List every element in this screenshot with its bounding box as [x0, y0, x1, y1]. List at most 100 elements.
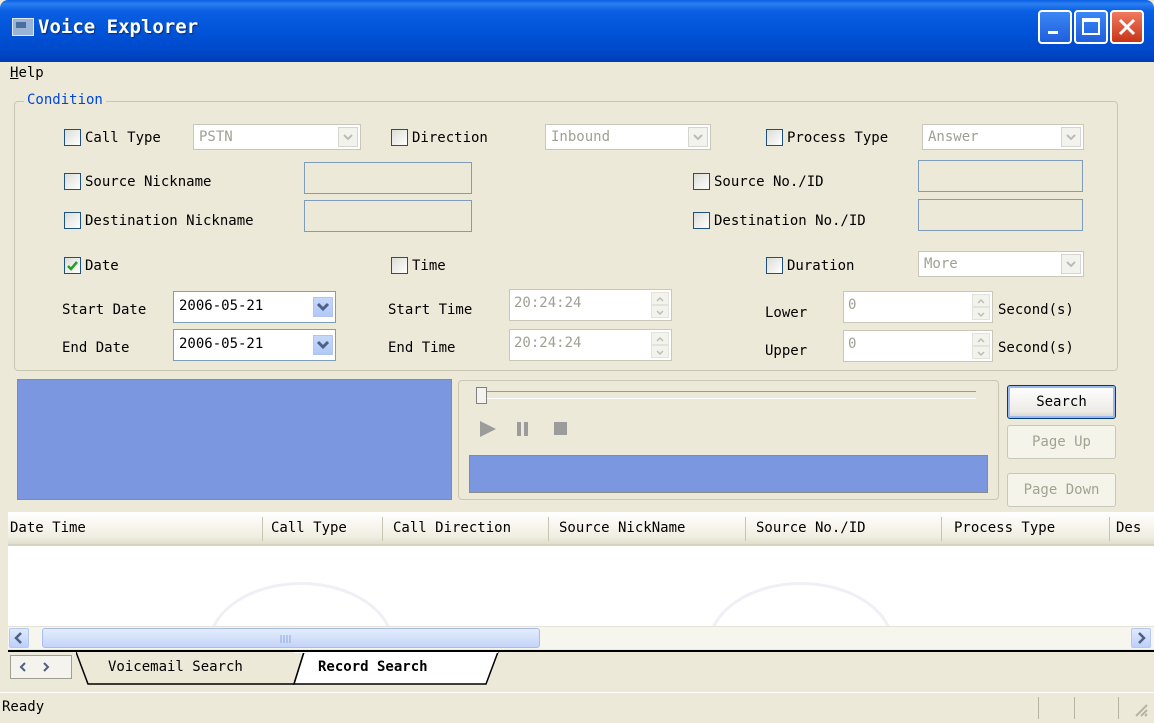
- title-bar[interactable]: Voice Explorer: [0, 0, 1154, 62]
- destination-nickname-checkbox[interactable]: [64, 212, 81, 229]
- column-header-process-type[interactable]: Process Type: [954, 520, 1055, 536]
- spin-up-icon[interactable]: [972, 294, 990, 307]
- end-time-input[interactable]: 20:24:24: [509, 329, 672, 361]
- tab-nav-buttons: [10, 655, 72, 679]
- start-time-label: Start Time: [388, 302, 473, 318]
- upper-value: 0: [848, 336, 857, 352]
- menu-bar: Help: [0, 62, 1154, 86]
- pause-icon[interactable]: [515, 421, 531, 437]
- duration-checkbox[interactable]: [766, 257, 783, 274]
- scroll-right-button[interactable]: [1131, 628, 1151, 648]
- direction-checkbox[interactable]: [391, 129, 408, 146]
- column-header-source-nickname[interactable]: Source NickName: [559, 520, 685, 536]
- page-down-button[interactable]: Page Down: [1007, 473, 1116, 507]
- column-divider[interactable]: [382, 517, 383, 541]
- start-time-input[interactable]: 20:24:24: [509, 289, 672, 321]
- date-label: Date: [85, 258, 119, 274]
- page-up-button[interactable]: Page Up: [1007, 425, 1116, 459]
- start-time-value: 20:24:24: [514, 295, 582, 311]
- play-icon[interactable]: [478, 420, 498, 438]
- resize-grip-icon[interactable]: [1132, 701, 1150, 719]
- source-nickname-checkbox[interactable]: [64, 173, 81, 190]
- source-nickname-label: Source Nickname: [85, 174, 212, 190]
- destination-no-checkbox[interactable]: [693, 212, 710, 229]
- time-label: Time: [412, 258, 446, 274]
- search-button[interactable]: Search: [1007, 385, 1116, 419]
- duration-select[interactable]: More: [918, 251, 1084, 277]
- upper-label: Upper: [765, 343, 808, 359]
- status-divider: [1118, 697, 1119, 719]
- chevron-down-icon: [313, 335, 333, 355]
- call-type-checkbox[interactable]: [64, 129, 81, 146]
- column-header-destination[interactable]: Des: [1116, 520, 1141, 536]
- source-no-input[interactable]: [918, 160, 1083, 192]
- tab-next-icon[interactable]: [39, 660, 53, 674]
- column-divider[interactable]: [262, 517, 263, 541]
- column-divider[interactable]: [1109, 517, 1110, 541]
- lower-value: 0: [848, 297, 857, 313]
- column-header-call-direction[interactable]: Call Direction: [393, 520, 511, 536]
- chevron-down-icon: [338, 127, 358, 147]
- start-date-picker[interactable]: 2006-05-21: [173, 291, 336, 323]
- spin-up-icon[interactable]: [651, 332, 669, 345]
- start-date-value: 2006-05-21: [179, 298, 264, 314]
- playback-progress-bar: [469, 455, 988, 493]
- upper-input[interactable]: 0: [843, 330, 993, 362]
- upper-unit: Second(s): [998, 340, 1074, 356]
- tab-voicemail-search[interactable]: Voicemail Search: [108, 659, 243, 675]
- column-divider[interactable]: [941, 517, 942, 541]
- spin-down-icon[interactable]: [651, 305, 669, 318]
- stop-icon[interactable]: [553, 421, 569, 437]
- scroll-left-button[interactable]: [9, 628, 29, 648]
- duration-label: Duration: [787, 258, 855, 274]
- tab-record-search[interactable]: Record Search: [318, 659, 428, 675]
- seek-slider-thumb[interactable]: [476, 387, 487, 404]
- source-no-checkbox[interactable]: [693, 173, 710, 190]
- time-checkbox[interactable]: [391, 257, 408, 274]
- spin-up-icon[interactable]: [972, 333, 990, 346]
- source-nickname-input[interactable]: [304, 162, 472, 194]
- seek-track[interactable]: [484, 391, 976, 399]
- destination-nickname-label: Destination Nickname: [85, 213, 254, 229]
- process-type-label: Process Type: [787, 130, 889, 146]
- menu-help[interactable]: Help: [10, 65, 44, 81]
- column-header-date-time[interactable]: Date Time: [10, 520, 86, 536]
- column-header-call-type[interactable]: Call Type: [271, 520, 347, 536]
- chevron-down-icon: [1061, 127, 1081, 147]
- close-button[interactable]: [1110, 10, 1144, 44]
- column-header-source-no[interactable]: Source No./ID: [756, 520, 866, 536]
- scroll-thumb[interactable]: [42, 628, 540, 648]
- chevron-down-icon: [688, 127, 708, 147]
- destination-no-input[interactable]: [918, 199, 1083, 231]
- column-divider[interactable]: [745, 517, 746, 541]
- minimize-icon: [1048, 31, 1058, 34]
- direction-label: Direction: [412, 130, 488, 146]
- spin-down-icon[interactable]: [972, 346, 990, 359]
- horizontal-scrollbar[interactable]: [8, 626, 1154, 649]
- lower-unit: Second(s): [998, 302, 1074, 318]
- spin-up-icon[interactable]: [651, 292, 669, 305]
- process-type-checkbox[interactable]: [766, 129, 783, 146]
- spin-down-icon[interactable]: [972, 307, 990, 320]
- process-type-select[interactable]: Answer: [922, 124, 1084, 150]
- source-no-label: Source No./ID: [714, 174, 824, 190]
- destination-nickname-input[interactable]: [304, 200, 472, 232]
- date-checkbox[interactable]: [64, 257, 81, 274]
- condition-group-title: Condition: [24, 92, 106, 108]
- lower-input[interactable]: 0: [843, 291, 993, 323]
- direction-select[interactable]: Inbound: [545, 124, 711, 150]
- tab-strip: Voicemail Search Record Search: [8, 650, 1154, 686]
- call-type-value: PSTN: [199, 129, 233, 145]
- column-divider[interactable]: [548, 517, 549, 541]
- call-type-select[interactable]: PSTN: [193, 124, 361, 150]
- maximize-button[interactable]: [1074, 10, 1108, 44]
- status-text: Ready: [2, 699, 45, 715]
- spin-down-icon[interactable]: [651, 345, 669, 358]
- end-date-label: End Date: [62, 340, 130, 356]
- tab-prev-icon[interactable]: [16, 660, 30, 674]
- menu-help-label: elp: [18, 65, 44, 81]
- minimize-button[interactable]: [1038, 10, 1072, 44]
- end-date-picker[interactable]: 2006-05-21: [173, 329, 336, 361]
- direction-value: Inbound: [551, 129, 611, 145]
- results-table[interactable]: Date Time Call Type Call Direction Sourc…: [8, 512, 1154, 644]
